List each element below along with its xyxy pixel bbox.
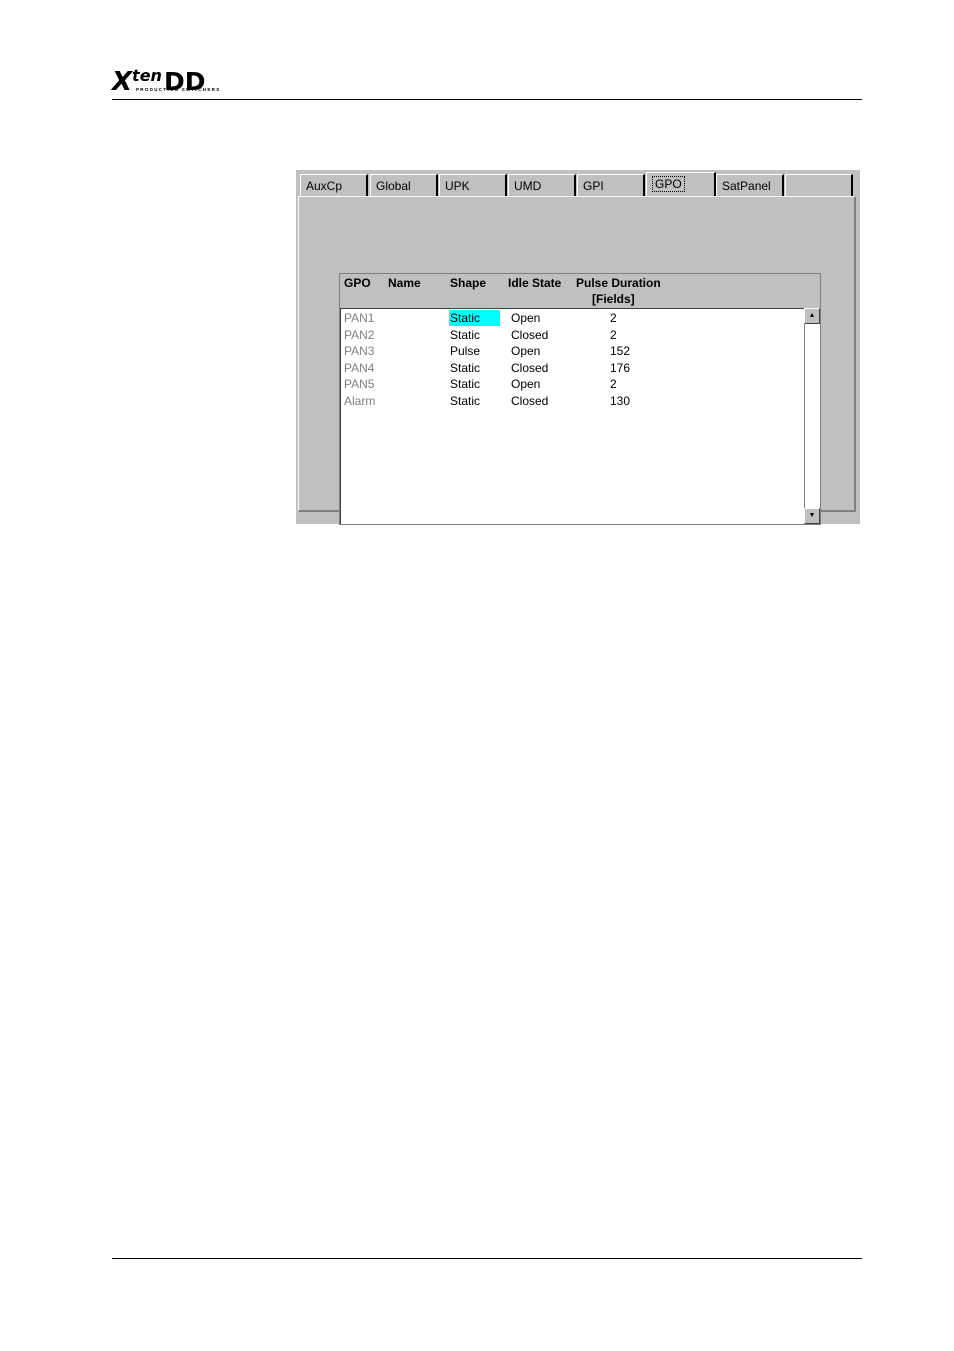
cell-idle-state[interactable]: Open bbox=[511, 376, 540, 392]
gpo-tab-panel: GPO Name Shape Idle State Pulse Duration… bbox=[298, 196, 856, 525]
cell-idle-state[interactable]: Closed bbox=[511, 360, 548, 376]
gpo-config-dialog: AuxCp Global UPK UMD GPI GPO SatPanel GP… bbox=[296, 170, 860, 525]
tab-auxcp[interactable]: AuxCp bbox=[300, 174, 368, 196]
cell-pulse-duration[interactable]: 152 bbox=[610, 343, 630, 359]
tab-gpi[interactable]: GPI bbox=[577, 174, 645, 196]
tab-global[interactable]: Global bbox=[370, 174, 438, 196]
tab-gpo[interactable]: GPO bbox=[646, 172, 716, 197]
scroll-down-button[interactable]: ▼ bbox=[804, 508, 820, 524]
cell-shape[interactable]: Static bbox=[450, 327, 480, 343]
table-row[interactable]: PAN3 Pulse Open 152 bbox=[341, 343, 805, 359]
header-rule bbox=[112, 99, 862, 100]
logo-x: X bbox=[112, 67, 132, 97]
xten-dd-logo: XtenDD PRODUCTION SWITCHERS bbox=[112, 62, 224, 96]
cell-idle-state[interactable]: Closed bbox=[511, 327, 548, 343]
cell-idle-state[interactable]: Open bbox=[511, 343, 540, 359]
gpo-grid: GPO Name Shape Idle State Pulse Duration… bbox=[339, 273, 821, 525]
cell-gpo: Alarm bbox=[344, 393, 376, 408]
cell-gpo: PAN2 bbox=[344, 327, 375, 342]
cell-idle-state[interactable]: Open bbox=[511, 310, 540, 326]
tab-umd[interactable]: UMD bbox=[508, 174, 576, 196]
table-row[interactable]: PAN5 Static Open 2 bbox=[341, 376, 805, 392]
cell-pulse-duration[interactable]: 2 bbox=[610, 310, 617, 326]
cell-pulse-duration[interactable]: 2 bbox=[610, 376, 617, 392]
cell-pulse-duration[interactable]: 2 bbox=[610, 327, 617, 343]
arrow-down-icon: ▼ bbox=[808, 512, 816, 519]
footer-rule bbox=[112, 1258, 862, 1259]
logo-subtitle: PRODUCTION SWITCHERS bbox=[136, 87, 221, 92]
cell-shape[interactable]: Pulse bbox=[450, 343, 480, 359]
col-header-shape: Shape bbox=[450, 276, 487, 290]
cell-gpo: PAN3 bbox=[344, 344, 375, 358]
cell-shape-selected[interactable]: Static bbox=[449, 310, 500, 326]
cell-idle-state[interactable]: Closed bbox=[511, 393, 548, 409]
tab-empty[interactable] bbox=[785, 174, 853, 196]
table-row[interactable]: PAN4 Static Closed 176 bbox=[341, 360, 805, 376]
col-header-idle-state: Idle State bbox=[508, 276, 562, 290]
cell-gpo: PAN4 bbox=[344, 360, 375, 375]
table-row[interactable]: Alarm Static Closed 130 bbox=[341, 393, 805, 409]
cell-shape[interactable]: Static bbox=[450, 376, 480, 392]
tab-satpanel[interactable]: SatPanel bbox=[716, 174, 784, 196]
logo-ten: ten bbox=[132, 66, 162, 85]
scrollbar-track[interactable] bbox=[804, 324, 820, 508]
scroll-up-button[interactable]: ▲ bbox=[804, 308, 820, 324]
cell-pulse-duration[interactable]: 176 bbox=[610, 360, 630, 376]
cell-pulse-duration[interactable]: 130 bbox=[610, 393, 630, 409]
grid-header: GPO Name Shape Idle State Pulse Duration… bbox=[340, 274, 820, 309]
arrow-up-icon: ▲ bbox=[808, 312, 816, 319]
cell-gpo: PAN1 bbox=[344, 311, 375, 325]
col-header-pulse-unit: [Fields] bbox=[592, 292, 635, 306]
grid-body: PAN1 Static Open 2 PAN2 Static Closed 2 … bbox=[340, 308, 804, 524]
cell-shape[interactable]: Static bbox=[450, 360, 480, 376]
col-header-pulse-duration: Pulse Duration bbox=[576, 276, 661, 290]
cell-gpo: PAN5 bbox=[344, 377, 375, 391]
table-row[interactable]: PAN1 Static Open 2 bbox=[341, 310, 805, 326]
tab-bar: AuxCp Global UPK UMD GPI GPO SatPanel bbox=[300, 172, 856, 198]
col-header-name: Name bbox=[388, 276, 421, 290]
vertical-scrollbar[interactable]: ▲ ▼ bbox=[804, 308, 820, 524]
tab-upk[interactable]: UPK bbox=[439, 174, 507, 196]
cell-shape[interactable]: Static bbox=[450, 393, 480, 409]
col-header-gpo: GPO bbox=[344, 276, 371, 290]
table-row[interactable]: PAN2 Static Closed 2 bbox=[341, 327, 805, 343]
